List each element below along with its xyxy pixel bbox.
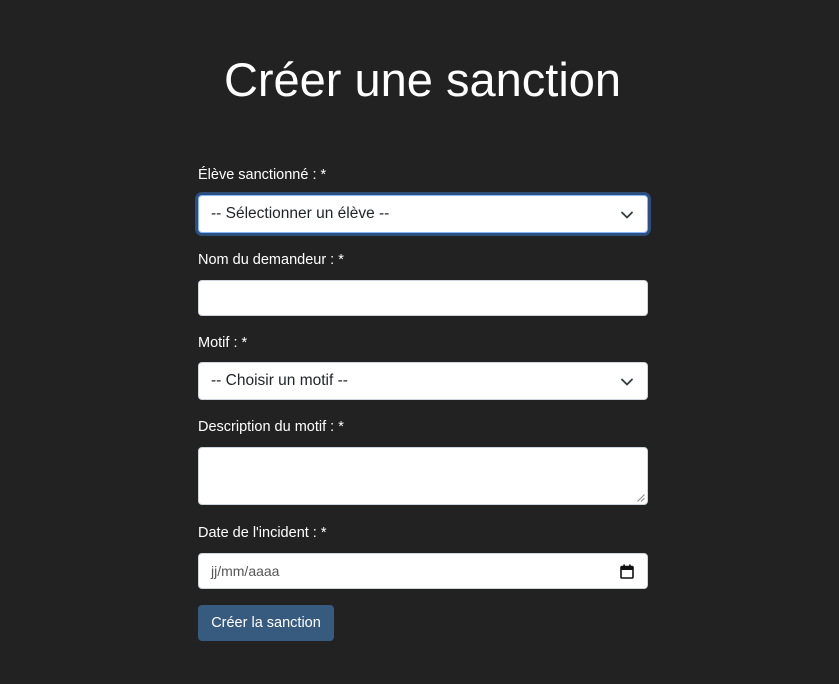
reason-label: Motif : * — [198, 335, 248, 351]
reason-select[interactable]: -- Choisir un motif -- — [198, 362, 648, 400]
student-select-value: -- Sélectionner un élève -- — [211, 205, 390, 222]
date-label: Date de l'incident : * — [198, 525, 327, 541]
calendar-icon[interactable] — [620, 564, 634, 579]
chevron-down-icon — [621, 211, 633, 219]
requester-label: Nom du demandeur : * — [198, 252, 344, 268]
reason-select-value: -- Choisir un motif -- — [211, 372, 348, 389]
chevron-down-icon — [621, 378, 633, 386]
requester-input[interactable] — [198, 280, 648, 316]
student-select[interactable]: -- Sélectionner un élève -- — [198, 195, 648, 233]
page: Créer une sanction Élève sanctionné : * … — [0, 0, 839, 684]
description-textarea[interactable] — [198, 447, 648, 505]
create-sanction-button[interactable]: Créer la sanction — [198, 605, 334, 641]
date-placeholder: jj/mm/aaaa — [211, 563, 280, 579]
resize-grip-icon[interactable] — [637, 494, 645, 502]
student-label: Élève sanctionné : * — [198, 167, 327, 183]
date-input[interactable]: jj/mm/aaaa — [198, 553, 648, 589]
page-title: Créer une sanction — [223, 53, 622, 106]
description-label: Description du motif : * — [198, 419, 344, 435]
